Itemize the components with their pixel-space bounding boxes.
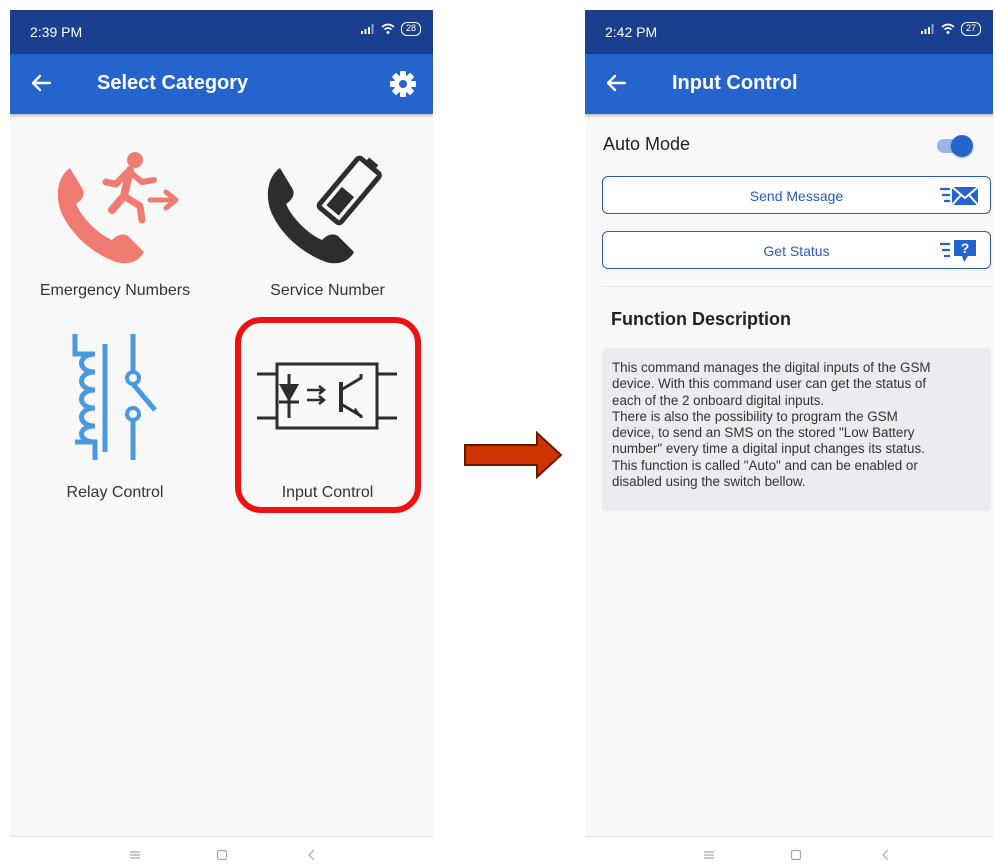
send-message-button[interactable]: Send Message bbox=[602, 176, 991, 214]
tile-label: Relay Control bbox=[66, 484, 164, 501]
svg-text:?: ? bbox=[961, 240, 970, 256]
description-line: each of the 2 onboard digital inputs. bbox=[612, 392, 825, 408]
auto-mode-row: Auto Mode bbox=[603, 130, 975, 160]
home-nav-icon[interactable] bbox=[789, 848, 803, 862]
highlight-annotation bbox=[235, 317, 421, 513]
wifi-icon bbox=[941, 23, 955, 34]
toggle-knob bbox=[951, 135, 973, 157]
status-time: 2:39 PM bbox=[30, 24, 83, 40]
select-category-screen: 2:39 PM 28 Select Category Emergency Num… bbox=[10, 10, 433, 866]
description-line: disabled using the switch bellow. bbox=[612, 474, 806, 490]
status-bar: 2:39 PM 28 bbox=[10, 10, 433, 54]
back-nav-icon[interactable] bbox=[879, 848, 893, 862]
status-icons: 27 bbox=[920, 22, 981, 36]
input-control-screen: 2:42 PM 27 Input Control Auto Mode Send … bbox=[585, 10, 993, 866]
category-tile-relay-control[interactable]: Relay Control bbox=[10, 320, 220, 510]
function-description-title: Function Description bbox=[611, 309, 791, 329]
back-arrow-icon[interactable] bbox=[30, 72, 52, 94]
wifi-icon bbox=[381, 23, 395, 34]
emergency-exit-phone-icon bbox=[57, 152, 179, 264]
phone-battery-icon bbox=[267, 155, 382, 264]
navigation-bar bbox=[585, 836, 993, 866]
menu-nav-icon[interactable] bbox=[702, 848, 716, 862]
battery-icon: 28 bbox=[400, 22, 421, 36]
transition-arrow-icon bbox=[464, 431, 563, 479]
auto-mode-toggle[interactable] bbox=[937, 134, 973, 157]
tile-label: Service Number bbox=[270, 282, 385, 299]
signal-icon bbox=[360, 24, 374, 34]
status-icons: 28 bbox=[360, 22, 421, 36]
divider bbox=[602, 286, 993, 287]
app-bar: Input Control bbox=[585, 54, 993, 114]
description-line: number" every time a digital input chang… bbox=[612, 441, 925, 457]
back-arrow-icon[interactable] bbox=[605, 72, 627, 94]
get-status-label: Get Status bbox=[763, 243, 830, 259]
status-question-icon: ? bbox=[940, 240, 976, 262]
category-tile-emergency-numbers[interactable]: Emergency Numbers bbox=[10, 114, 220, 314]
description-line: There is also the possibility to program… bbox=[612, 408, 898, 424]
status-time: 2:42 PM bbox=[605, 24, 658, 40]
auto-mode-label: Auto Mode bbox=[603, 134, 691, 154]
send-message-label: Send Message bbox=[749, 188, 844, 204]
get-status-button[interactable]: Get Status ? bbox=[602, 231, 991, 269]
settings-gear-icon[interactable] bbox=[388, 69, 418, 99]
status-bar: 2:42 PM 27 bbox=[585, 10, 993, 54]
home-nav-icon[interactable] bbox=[215, 848, 229, 862]
message-envelope-icon bbox=[940, 186, 979, 206]
description-line: This command manages the digital inputs … bbox=[612, 360, 931, 375]
menu-nav-icon[interactable] bbox=[128, 848, 142, 862]
page-title: Input Control bbox=[672, 72, 798, 94]
app-bar: Select Category bbox=[10, 54, 433, 114]
category-tile-service-number[interactable]: Service Number bbox=[222, 114, 433, 314]
function-description-text: This command manages the digital inputs … bbox=[602, 348, 991, 511]
tile-label: Emergency Numbers bbox=[39, 282, 191, 299]
description-line: device, to send an SMS on the stored "Lo… bbox=[612, 425, 915, 441]
battery-icon: 27 bbox=[960, 22, 981, 36]
navigation-bar bbox=[10, 836, 433, 866]
relay-coil-icon bbox=[72, 334, 157, 460]
page-title: Select Category bbox=[97, 72, 249, 94]
description-line: This function is called "Auto" and can b… bbox=[612, 457, 918, 473]
signal-icon bbox=[920, 24, 934, 34]
back-nav-icon[interactable] bbox=[305, 848, 319, 862]
description-line: device. With this command user can get t… bbox=[612, 376, 927, 392]
